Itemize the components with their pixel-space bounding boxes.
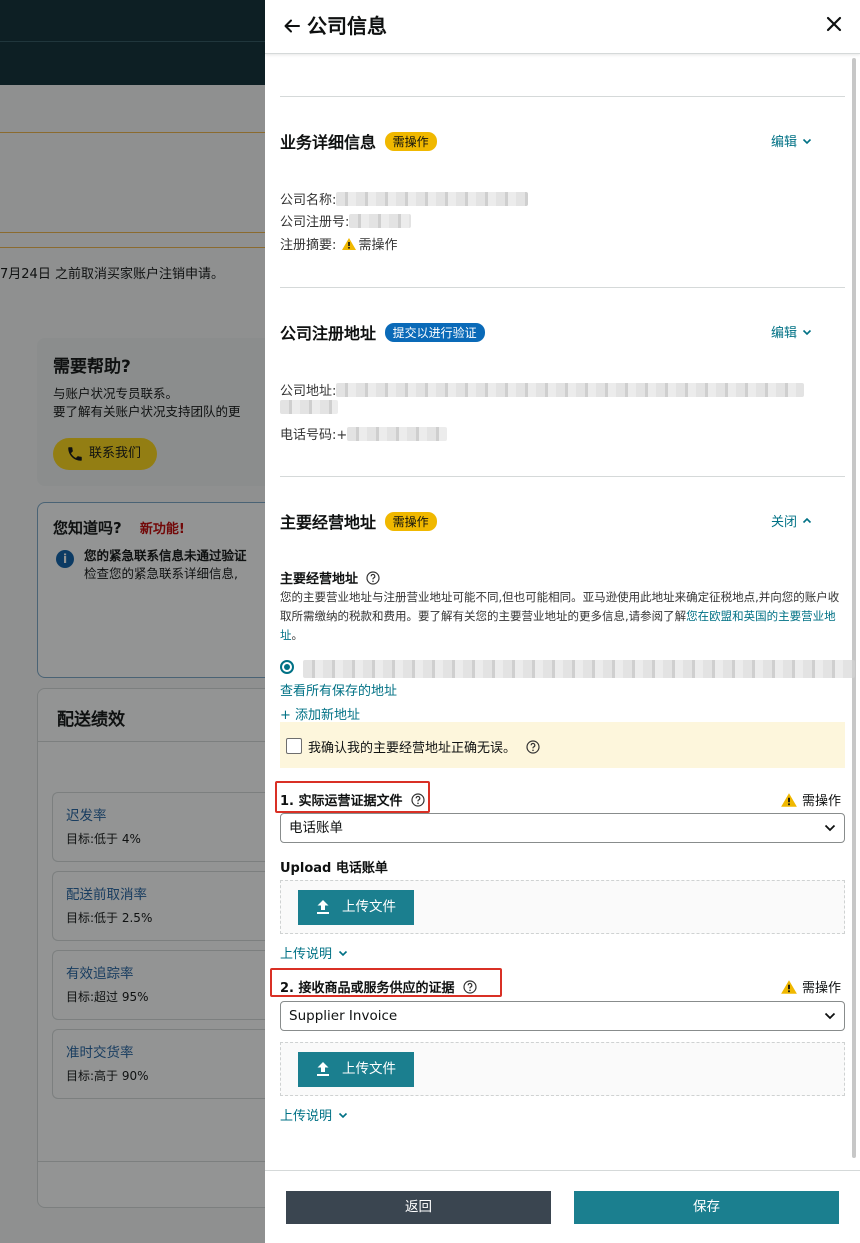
chevron-down-icon bbox=[824, 1012, 836, 1020]
confirm-address-box: 我确认我的主要经营地址正确无误。 bbox=[280, 722, 845, 768]
company-reg-number-field: 公司注册号: bbox=[280, 211, 412, 230]
business-details-title-text: 业务详细信息 bbox=[280, 133, 377, 152]
upload-button-label: 上传文件 bbox=[342, 1061, 396, 1077]
edit-registered-address-button[interactable]: 编辑 bbox=[771, 322, 812, 341]
chevron-down-icon bbox=[802, 138, 812, 145]
confirm-address-label[interactable]: 我确认我的主要经营地址正确无误。 bbox=[308, 737, 540, 756]
close-icon[interactable] bbox=[824, 14, 844, 34]
save-button[interactable]: 保存 bbox=[574, 1191, 839, 1224]
doc1-title-text: 1. 实际运营证据文件 bbox=[280, 794, 403, 809]
doc1-upload-button[interactable]: 上传文件 bbox=[298, 890, 414, 925]
redacted-saved-address bbox=[303, 660, 855, 678]
help-icon[interactable] bbox=[410, 793, 425, 807]
summary-value: 需操作 bbox=[358, 238, 398, 253]
doc1-title: 1. 实际运营证据文件 bbox=[280, 790, 425, 809]
redacted-phone bbox=[347, 427, 448, 441]
phone-number-field: 电话号码:+ bbox=[280, 424, 448, 443]
redacted-address bbox=[336, 383, 805, 397]
panel-title: 公司信息 bbox=[307, 14, 387, 38]
registered-address-title-text: 公司注册地址 bbox=[280, 324, 377, 343]
edit-label: 编辑 bbox=[771, 326, 798, 341]
help-icon[interactable] bbox=[526, 740, 540, 754]
doc2-need-text: 需操作 bbox=[802, 981, 842, 996]
scrollbar[interactable] bbox=[852, 58, 856, 1158]
upload-icon bbox=[317, 900, 329, 914]
doc2-selected-value: Supplier Invoice bbox=[289, 1008, 398, 1024]
warning-icon bbox=[341, 238, 356, 250]
action-required-badge: 需操作 bbox=[384, 132, 437, 151]
doc1-selected-value: 电话账单 bbox=[289, 820, 343, 836]
edit-label: 编辑 bbox=[771, 135, 798, 150]
upload-icon bbox=[317, 1062, 329, 1076]
confirm-address-text: 我确认我的主要经营地址正确无误。 bbox=[308, 741, 517, 756]
collapse-primary-address-button[interactable]: 关闭 bbox=[771, 511, 812, 530]
doc1-type-select[interactable]: 电话账单 bbox=[280, 813, 845, 843]
close-label: 关闭 bbox=[771, 515, 798, 530]
chevron-up-icon bbox=[802, 517, 812, 524]
primary-address-description: 您的主要营业地址与注册营业地址可能不同,但也可能相同。亚马逊使用此地址来确定征税… bbox=[280, 588, 845, 645]
upload-instructions-text: 上传说明 bbox=[280, 947, 333, 962]
doc1-upload-instructions-link[interactable]: 上传说明 bbox=[280, 943, 348, 962]
primary-address-subtitle-text: 主要经营地址 bbox=[280, 572, 359, 587]
business-details-title: 业务详细信息 需操作 bbox=[280, 129, 437, 153]
warning-icon bbox=[781, 793, 797, 807]
reg-number-label: 公司注册号: bbox=[280, 215, 350, 230]
back-arrow-icon[interactable] bbox=[282, 16, 302, 36]
saved-address-radio[interactable] bbox=[280, 660, 294, 674]
primary-address-title-text: 主要经营地址 bbox=[280, 513, 377, 532]
redacted-address-line-2 bbox=[280, 400, 338, 414]
panel-header: 公司信息 bbox=[265, 0, 860, 54]
phone-prefix: + bbox=[336, 428, 348, 443]
help-icon[interactable] bbox=[462, 980, 477, 994]
phone-label: 电话号码: bbox=[280, 428, 337, 443]
company-name-field: 公司名称: bbox=[280, 189, 529, 208]
warning-icon bbox=[781, 980, 797, 994]
upload-instructions-text: 上传说明 bbox=[280, 1109, 333, 1124]
back-button[interactable]: 返回 bbox=[286, 1191, 551, 1224]
view-all-saved-addresses-link[interactable]: 查看所有保存的地址 bbox=[280, 680, 397, 699]
doc2-title: 2. 接收商品或服务供应的证据 bbox=[280, 977, 477, 996]
chevron-down-icon bbox=[824, 824, 836, 832]
doc2-title-text: 2. 接收商品或服务供应的证据 bbox=[280, 981, 455, 996]
doc1-action-required: 需操作 bbox=[780, 790, 841, 809]
redacted-company-name bbox=[336, 192, 529, 206]
chevron-down-icon bbox=[338, 950, 348, 957]
doc2-type-select[interactable]: Supplier Invoice bbox=[280, 1001, 845, 1031]
doc1-upload-area[interactable]: 上传文件 bbox=[280, 880, 845, 934]
company-name-label: 公司名称: bbox=[280, 193, 337, 208]
edit-business-details-button[interactable]: 编辑 bbox=[771, 131, 812, 150]
confirm-address-checkbox[interactable] bbox=[286, 738, 302, 754]
company-address-label: 公司地址: bbox=[280, 384, 337, 399]
doc1-need-text: 需操作 bbox=[802, 794, 842, 809]
add-new-address-link[interactable]: + 添加新地址 bbox=[280, 704, 360, 723]
action-required-badge: 需操作 bbox=[384, 512, 437, 531]
summary-label: 注册摘要: bbox=[280, 238, 337, 253]
doc2-action-required: 需操作 bbox=[780, 977, 841, 996]
doc1-upload-label: Upload 电话账单 bbox=[280, 861, 388, 876]
registration-summary-field: 注册摘要: 需操作 bbox=[280, 234, 398, 253]
chevron-down-icon bbox=[338, 1112, 348, 1119]
submit-for-verification-badge: 提交以进行验证 bbox=[384, 323, 485, 342]
company-address-field: 公司地址: bbox=[280, 380, 805, 399]
doc2-upload-instructions-link[interactable]: 上传说明 bbox=[280, 1105, 348, 1124]
doc2-upload-button[interactable]: 上传文件 bbox=[298, 1052, 414, 1087]
upload-button-label: 上传文件 bbox=[342, 899, 396, 915]
doc2-upload-area[interactable]: 上传文件 bbox=[280, 1042, 845, 1096]
redacted-reg-number bbox=[349, 214, 412, 228]
chevron-down-icon bbox=[802, 329, 812, 336]
description-end: 。 bbox=[291, 628, 304, 642]
primary-address-title: 主要经营地址 需操作 bbox=[280, 509, 437, 533]
help-icon[interactable] bbox=[366, 571, 380, 585]
company-address-line-2 bbox=[280, 400, 338, 416]
company-info-panel: 公司信息 业务详细信息 需操作 编辑 公司名称: 公司注册号: 注册摘要: 需操… bbox=[265, 0, 860, 1243]
registered-address-title: 公司注册地址 提交以进行验证 bbox=[280, 320, 485, 344]
primary-address-subtitle: 主要经营地址 bbox=[280, 568, 380, 587]
panel-footer: 返回 保存 bbox=[265, 1170, 860, 1243]
